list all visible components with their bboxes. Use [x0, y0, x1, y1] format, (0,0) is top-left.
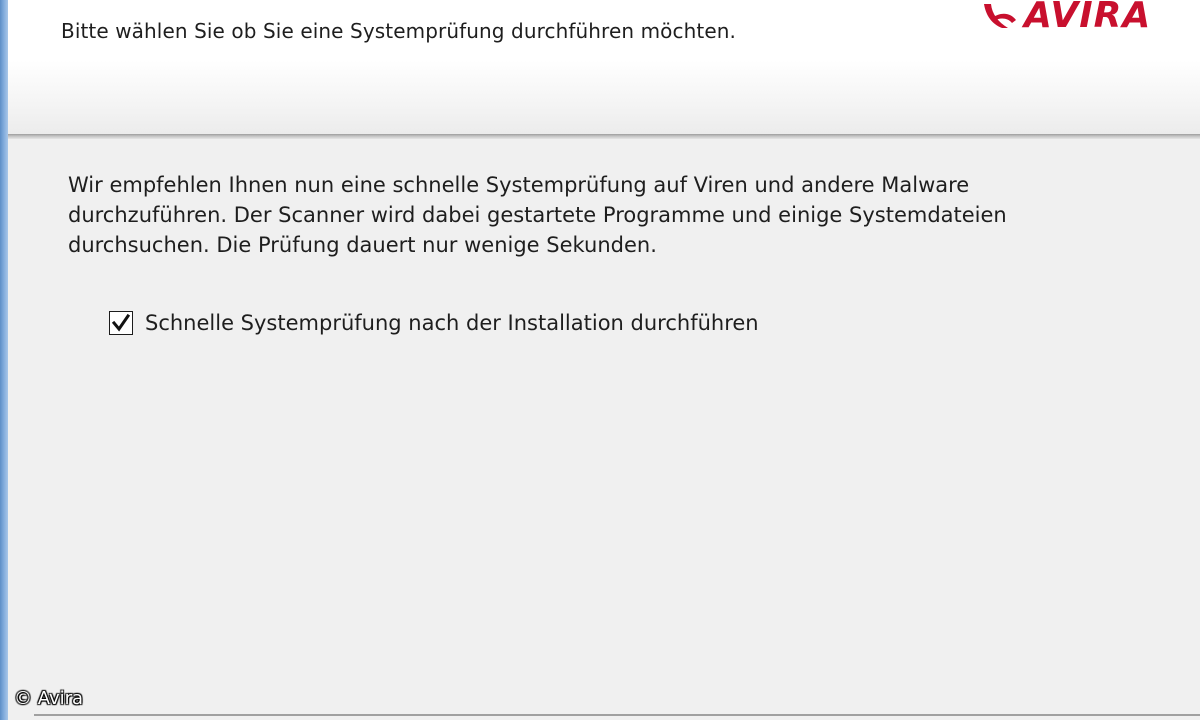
avira-umbrella-icon — [984, 4, 1016, 28]
scan-recommendation-text: Wir empfehlen Ihnen nun eine schnelle Sy… — [68, 170, 1128, 260]
checkmark-icon — [111, 313, 131, 332]
quick-scan-checkbox[interactable] — [109, 311, 133, 335]
quick-scan-checkbox-label[interactable]: Schnelle Systemprüfung nach der Installa… — [145, 311, 759, 335]
description-line-1: Wir empfehlen Ihnen nun eine schnelle Sy… — [68, 173, 970, 197]
description-line-3: durchsuchen. Die Prüfung dauert nur weni… — [68, 233, 657, 257]
description-line-2: durchzuführen. Der Scanner wird dabei ge… — [68, 203, 1007, 227]
footer-divider — [34, 714, 1200, 716]
window-frame-left — [0, 0, 8, 720]
avira-logo-text: AVIRA — [1021, 0, 1151, 36]
avira-logo: AVIRA — [984, 0, 1151, 36]
quick-scan-checkbox-row[interactable]: Schnelle Systemprüfung nach der Installa… — [109, 307, 759, 339]
page-subtitle: Bitte wählen Sie ob Sie eine Systemprüfu… — [61, 19, 736, 43]
copyright-watermark: © Avira — [14, 688, 84, 709]
installer-window: Bitte wählen Sie ob Sie eine Systemprüfu… — [0, 0, 1200, 720]
